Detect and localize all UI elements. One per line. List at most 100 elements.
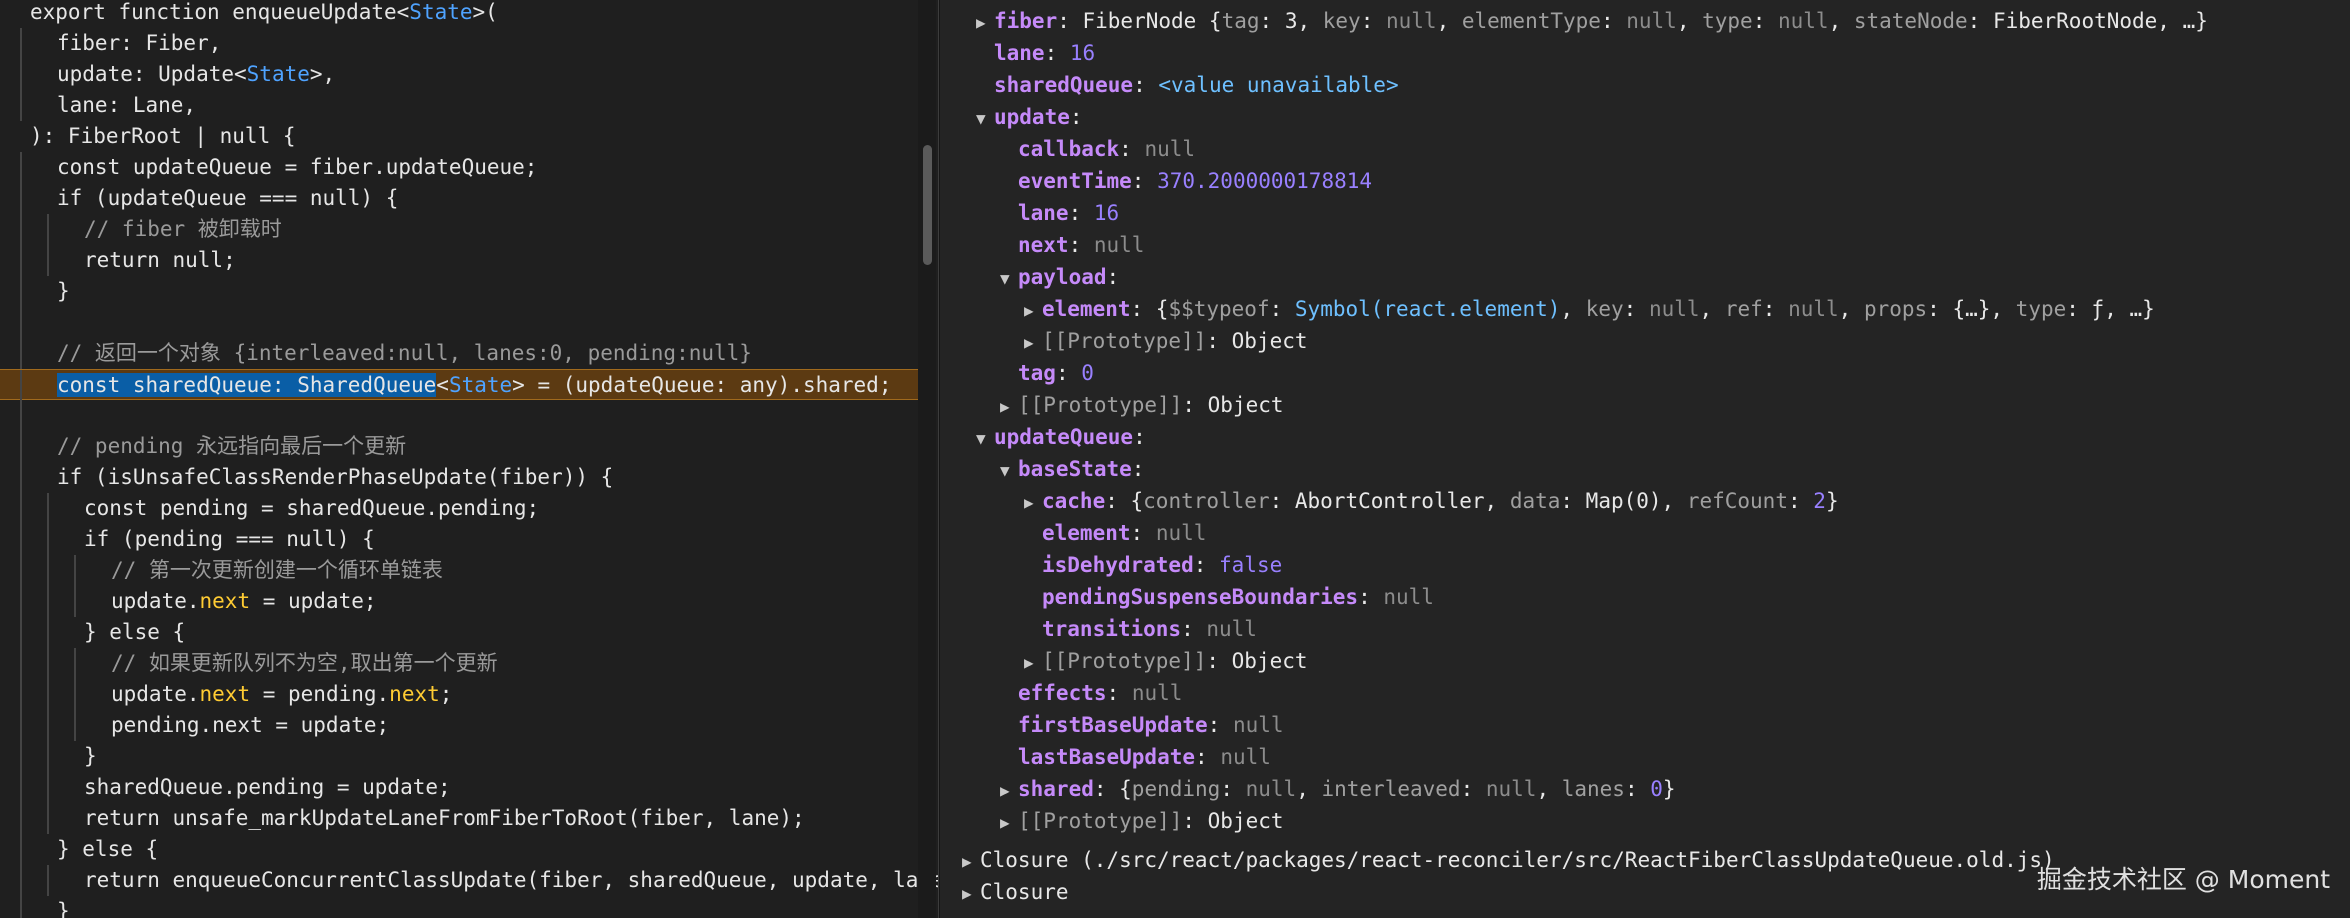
scope-property-row[interactable]: tag: 0 (1000, 357, 1094, 389)
indent-guide (20, 834, 22, 865)
code-line[interactable]: // fiber 被卸载时 (0, 214, 918, 245)
scope-property-row[interactable]: ▶ element: {$$typeof: Symbol(react.elemen… (1024, 293, 2155, 325)
property-value: : (1752, 9, 1778, 33)
scope-property-row[interactable]: sharedQueue: <value unavailable> (976, 69, 1399, 101)
code-line[interactable]: sharedQueue.pending = update; (0, 772, 918, 803)
code-text: } (84, 744, 97, 768)
collapse-triangle-icon[interactable]: ▼ (976, 423, 994, 455)
scope-property-row[interactable]: ▼ update: (976, 101, 1083, 133)
scope-property-row[interactable]: element: null (1024, 517, 1206, 549)
code-line[interactable]: // 第一次更新创建一个循环单链表 (0, 555, 918, 586)
scope-property-row[interactable]: isDehydrated: false (1024, 549, 1282, 581)
source-code-pane[interactable]: export function enqueueUpdate<State>(fib… (0, 0, 940, 918)
scope-property-row[interactable]: ▶ cache: {controller: AbortController, da… (1024, 485, 1839, 517)
scope-property-row[interactable]: ▶ [[Prototype]]: Object (1000, 805, 1284, 837)
property-name: updateQueue (994, 425, 1134, 449)
scope-property-row[interactable]: pendingSuspenseBoundaries: null (1024, 581, 1434, 613)
code-line[interactable]: update.next = update; (0, 586, 918, 617)
code-line[interactable]: export function enqueueUpdate<State>( (0, 0, 918, 28)
scope-property-row[interactable]: ▶ [[Prototype]]: Object (1024, 645, 1308, 677)
expand-triangle-icon[interactable]: ▶ (1000, 775, 1018, 807)
scope-property-row[interactable]: eventTime: 370.2000000178814 (1000, 165, 1372, 197)
property-value: [[Prototype]] (1018, 393, 1183, 417)
property-value: pending (1131, 777, 1221, 801)
code-line[interactable]: // pending 永远指向最后一个更新 (0, 431, 918, 462)
property-value: : (1119, 137, 1145, 161)
scope-property-row[interactable]: ▶ shared: {pending: null, interleaved: nu… (1000, 773, 1676, 805)
code-line[interactable]: } (0, 896, 918, 918)
expand-triangle-icon[interactable]: ▶ (962, 846, 980, 878)
scope-property-row[interactable]: ▶ fiber: FiberNode {tag: 3, key: null, el… (976, 5, 2208, 37)
code-line[interactable]: // 返回一个对象 {interleaved:null, lanes:0, pe… (0, 338, 918, 369)
code-line[interactable]: } (0, 276, 918, 307)
code-line[interactable]: pending.next = update; (0, 710, 918, 741)
property-value: null (1788, 297, 1839, 321)
code-token: State (448, 373, 513, 397)
code-text: // pending 永远指向最后一个更新 (57, 434, 407, 458)
property-value: type (1702, 9, 1753, 33)
indent-guide (20, 493, 22, 524)
scope-property-row[interactable]: effects: null (1000, 677, 1182, 709)
property-value: : (1131, 457, 1145, 481)
collapse-triangle-icon[interactable]: ▼ (1000, 455, 1018, 487)
scope-closure-row[interactable]: ▶ Closure (962, 876, 1069, 908)
code-line[interactable]: return null; (0, 245, 918, 276)
code-line[interactable]: ): FiberRoot | null { (0, 121, 918, 152)
scope-property-row[interactable]: lane: 16 (976, 37, 1095, 69)
code-line[interactable]: return enqueueConcurrentClassUpdate(fibe… (0, 865, 940, 896)
property-name: baseState (1018, 457, 1132, 481)
code-line[interactable]: return unsafe_markUpdateLaneFromFiberToR… (0, 803, 918, 834)
code-line[interactable]: } else { (0, 617, 918, 648)
code-line[interactable]: update: Update<State>, (0, 59, 918, 90)
code-token: < (436, 373, 449, 397)
scope-closure-row[interactable]: ▶ Closure (./src/react/packages/react-rec… (962, 844, 2055, 876)
expand-triangle-icon[interactable]: ▶ (1024, 295, 1042, 327)
code-line[interactable]: fiber: Fiber, (0, 28, 918, 59)
expand-triangle-icon[interactable]: ▶ (1024, 647, 1042, 679)
expand-triangle-icon[interactable]: ▶ (962, 878, 980, 910)
code-line[interactable]: const pending = sharedQueue.pending; (0, 493, 918, 524)
scope-property-row[interactable]: ▼ payload: (1000, 261, 1119, 293)
property-value: , …} (2104, 297, 2155, 321)
property-value: : (1181, 617, 1207, 641)
code-line[interactable]: // 如果更新队列不为空,取出第一个更新 (0, 648, 918, 679)
expand-triangle-icon[interactable]: ▶ (1024, 487, 1042, 519)
scope-property-row[interactable]: ▶ [[Prototype]]: Object (1024, 325, 1308, 357)
scope-property-row[interactable]: transitions: null (1024, 613, 1257, 645)
code-line[interactable] (0, 400, 918, 431)
code-scrollbar-track[interactable] (918, 0, 936, 918)
scope-property-row[interactable]: next: null (1000, 229, 1144, 261)
code-line[interactable]: if (updateQueue === null) { (0, 183, 918, 214)
expand-triangle-icon[interactable]: ▶ (1000, 807, 1018, 839)
scope-property-row[interactable]: callback: null (1000, 133, 1195, 165)
code-scrollbar-thumb[interactable] (923, 145, 932, 265)
collapse-triangle-icon[interactable]: ▼ (976, 103, 994, 135)
code-line[interactable]: lane: Lane, (0, 90, 918, 121)
property-name: transitions (1042, 617, 1182, 641)
scope-property-row[interactable]: ▼ updateQueue: (976, 421, 1146, 453)
code-line[interactable]: } (0, 741, 918, 772)
property-value: : Map(0), (1560, 489, 1687, 513)
property-value: [[Prototype]] (1042, 329, 1207, 353)
scope-property-row[interactable]: lastBaseUpdate: null (1000, 741, 1271, 773)
code-line[interactable] (0, 307, 918, 338)
scope-variables-pane[interactable]: ▶ fiber: FiberNode {tag: 3, key: null, el… (940, 0, 2350, 918)
code-line[interactable]: if (pending === null) { (0, 524, 918, 555)
indent-guide (20, 555, 22, 586)
code-line[interactable]: const updateQueue = fiber.updateQueue; (0, 152, 918, 183)
expand-triangle-icon[interactable]: ▶ (1000, 391, 1018, 423)
collapse-triangle-icon[interactable]: ▼ (1000, 263, 1018, 295)
scope-property-row[interactable]: ▼ baseState: (1000, 453, 1144, 485)
scope-property-row[interactable]: firstBaseUpdate: null (1000, 709, 1284, 741)
highlighted-code-line[interactable]: const sharedQueue: SharedQueue<State> = … (0, 369, 918, 401)
scope-property-row[interactable]: lane: 16 (1000, 197, 1119, 229)
expand-triangle-icon[interactable]: ▶ (1024, 327, 1042, 359)
property-name: shared (1018, 777, 1094, 801)
property-value: [[Prototype]] (1042, 649, 1207, 673)
expand-triangle-icon[interactable]: ▶ (976, 7, 994, 39)
code-line[interactable]: if (isUnsafeClassRenderPhaseUpdate(fiber… (0, 462, 918, 493)
scope-property-row[interactable]: ▶ [[Prototype]]: Object (1000, 389, 1284, 421)
code-line[interactable]: } else { (0, 834, 918, 865)
property-value: null (1626, 9, 1677, 33)
code-line[interactable]: update.next = pending.next; (0, 679, 918, 710)
